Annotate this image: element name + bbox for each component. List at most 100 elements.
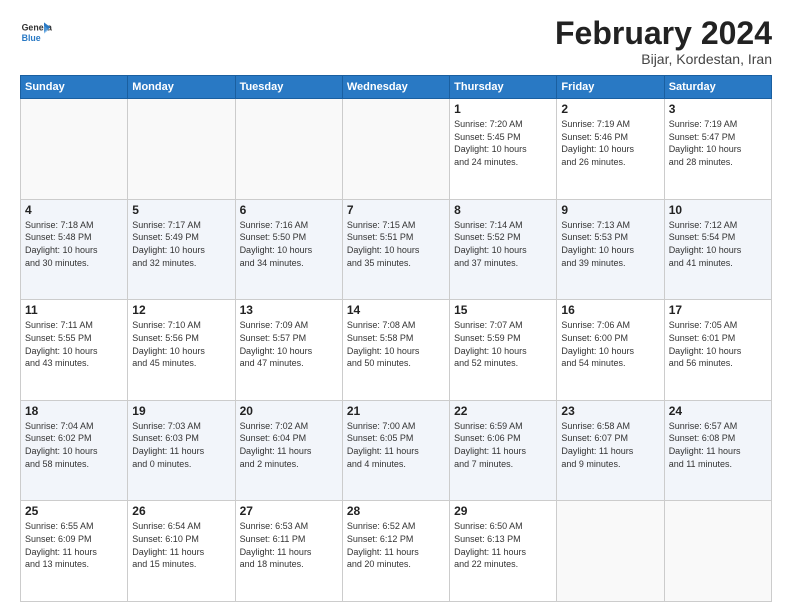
day-number: 20 xyxy=(240,404,338,418)
day-info: Sunrise: 7:03 AM Sunset: 6:03 PM Dayligh… xyxy=(132,420,230,470)
day-info: Sunrise: 6:53 AM Sunset: 6:11 PM Dayligh… xyxy=(240,520,338,570)
day-number: 28 xyxy=(347,504,445,518)
day-number: 11 xyxy=(25,303,123,317)
day-number: 18 xyxy=(25,404,123,418)
day-number: 3 xyxy=(669,102,767,116)
calendar-cell: 23Sunrise: 6:58 AM Sunset: 6:07 PM Dayli… xyxy=(557,400,664,501)
day-info: Sunrise: 6:57 AM Sunset: 6:08 PM Dayligh… xyxy=(669,420,767,470)
day-number: 15 xyxy=(454,303,552,317)
day-number: 17 xyxy=(669,303,767,317)
calendar-cell: 13 Sunrise: 7:09 AM Sunset: 5:57 PM Dayli… xyxy=(235,300,342,401)
calendar-cell: 19 Sunrise: 7:03 AM Sunset: 6:03 PM Dayli… xyxy=(128,400,235,501)
title-area: February 2024 Bijar, Kordestan, Iran xyxy=(555,16,772,67)
day-info: Sunrise: 7:13 AM Sunset: 5:53 PM Dayligh… xyxy=(561,219,659,269)
day-number: 27 xyxy=(240,504,338,518)
day-number: 24 xyxy=(669,404,767,418)
calendar-cell: 22 Sunrise: 6:59 AM Sunset: 6:06 PM Dayli… xyxy=(450,400,557,501)
calendar-cell: 17 Sunrise: 7:05 AM Sunset: 6:01 PM Dayli… xyxy=(664,300,771,401)
logo-icon: General Blue xyxy=(20,16,52,48)
day-number: 2 xyxy=(561,102,659,116)
col-wednesday: Wednesday xyxy=(342,76,449,99)
day-info: Sunrise: 7:08 AM Sunset: 5:58 PM Dayligh… xyxy=(347,319,445,369)
day-number: 7 xyxy=(347,203,445,217)
calendar-cell: 7 Sunrise: 7:15 AM Sunset: 5:51 PM Daylig… xyxy=(342,199,449,300)
day-info: Sunrise: 7:04 AM Sunset: 6:02 PM Dayligh… xyxy=(25,420,123,470)
day-number: 12 xyxy=(132,303,230,317)
calendar-cell: 5 Sunrise: 7:17 AM Sunset: 5:49 PM Daylig… xyxy=(128,199,235,300)
day-info: Sunrise: 7:20 AM Sunset: 5:45 PM Dayligh… xyxy=(454,118,552,168)
col-saturday: Saturday xyxy=(664,76,771,99)
calendar-cell: 12 Sunrise: 7:10 AM Sunset: 5:56 PM Dayli… xyxy=(128,300,235,401)
calendar-cell xyxy=(21,99,128,200)
calendar-cell: 14 Sunrise: 7:08 AM Sunset: 5:58 PM Dayli… xyxy=(342,300,449,401)
calendar-table: Sunday Monday Tuesday Wednesday Thursday… xyxy=(20,75,772,602)
col-tuesday: Tuesday xyxy=(235,76,342,99)
calendar-cell: 16 Sunrise: 7:06 AM Sunset: 6:00 PM Dayli… xyxy=(557,300,664,401)
calendar-cell: 2 Sunrise: 7:19 AM Sunset: 5:46 PM Daylig… xyxy=(557,99,664,200)
svg-text:Blue: Blue xyxy=(22,33,41,43)
calendar-cell: 3 Sunrise: 7:19 AM Sunset: 5:47 PM Daylig… xyxy=(664,99,771,200)
day-number: 14 xyxy=(347,303,445,317)
calendar-cell xyxy=(128,99,235,200)
calendar-cell: 18 Sunrise: 7:04 AM Sunset: 6:02 PM Dayli… xyxy=(21,400,128,501)
day-number: 29 xyxy=(454,504,552,518)
calendar-cell: 4 Sunrise: 7:18 AM Sunset: 5:48 PM Daylig… xyxy=(21,199,128,300)
calendar-cell xyxy=(235,99,342,200)
day-info: Sunrise: 6:55 AM Sunset: 6:09 PM Dayligh… xyxy=(25,520,123,570)
col-friday: Friday xyxy=(557,76,664,99)
day-info: Sunrise: 6:50 AM Sunset: 6:13 PM Dayligh… xyxy=(454,520,552,570)
day-number: 1 xyxy=(454,102,552,116)
day-number: 22 xyxy=(454,404,552,418)
col-sunday: Sunday xyxy=(21,76,128,99)
day-number: 5 xyxy=(132,203,230,217)
calendar-cell: 25 Sunrise: 6:55 AM Sunset: 6:09 PM Dayli… xyxy=(21,501,128,602)
col-thursday: Thursday xyxy=(450,76,557,99)
calendar-cell: 6 Sunrise: 7:16 AM Sunset: 5:50 PM Daylig… xyxy=(235,199,342,300)
day-number: 23 xyxy=(561,404,659,418)
header: General Blue February 2024 Bijar, Kordes… xyxy=(20,16,772,67)
page: General Blue February 2024 Bijar, Kordes… xyxy=(0,0,792,612)
day-number: 26 xyxy=(132,504,230,518)
calendar-cell: 11 Sunrise: 7:11 AM Sunset: 5:55 PM Dayli… xyxy=(21,300,128,401)
day-info: Sunrise: 7:10 AM Sunset: 5:56 PM Dayligh… xyxy=(132,319,230,369)
day-number: 19 xyxy=(132,404,230,418)
day-info: Sunrise: 7:09 AM Sunset: 5:57 PM Dayligh… xyxy=(240,319,338,369)
day-number: 9 xyxy=(561,203,659,217)
calendar-cell: 20 Sunrise: 7:02 AM Sunset: 6:04 PM Dayli… xyxy=(235,400,342,501)
day-info: Sunrise: 7:16 AM Sunset: 5:50 PM Dayligh… xyxy=(240,219,338,269)
day-info: Sunrise: 7:06 AM Sunset: 6:00 PM Dayligh… xyxy=(561,319,659,369)
day-info: Sunrise: 7:02 AM Sunset: 6:04 PM Dayligh… xyxy=(240,420,338,470)
day-info: Sunrise: 7:07 AM Sunset: 5:59 PM Dayligh… xyxy=(454,319,552,369)
day-number: 10 xyxy=(669,203,767,217)
calendar-header-row: Sunday Monday Tuesday Wednesday Thursday… xyxy=(21,76,772,99)
day-info: Sunrise: 6:59 AM Sunset: 6:06 PM Dayligh… xyxy=(454,420,552,470)
day-info: Sunrise: 7:12 AM Sunset: 5:54 PM Dayligh… xyxy=(669,219,767,269)
calendar-cell: 27 Sunrise: 6:53 AM Sunset: 6:11 PM Dayli… xyxy=(235,501,342,602)
calendar-cell: 10 Sunrise: 7:12 AM Sunset: 5:54 PM Dayli… xyxy=(664,199,771,300)
day-info: Sunrise: 7:17 AM Sunset: 5:49 PM Dayligh… xyxy=(132,219,230,269)
day-info: Sunrise: 7:15 AM Sunset: 5:51 PM Dayligh… xyxy=(347,219,445,269)
day-info: Sunrise: 7:18 AM Sunset: 5:48 PM Dayligh… xyxy=(25,219,123,269)
day-number: 13 xyxy=(240,303,338,317)
day-number: 16 xyxy=(561,303,659,317)
day-info: Sunrise: 6:54 AM Sunset: 6:10 PM Dayligh… xyxy=(132,520,230,570)
day-number: 21 xyxy=(347,404,445,418)
calendar-cell: 26 Sunrise: 6:54 AM Sunset: 6:10 PM Dayli… xyxy=(128,501,235,602)
day-number: 6 xyxy=(240,203,338,217)
calendar-cell: 9 Sunrise: 7:13 AM Sunset: 5:53 PM Daylig… xyxy=(557,199,664,300)
day-number: 25 xyxy=(25,504,123,518)
calendar-cell xyxy=(664,501,771,602)
day-info: Sunrise: 7:05 AM Sunset: 6:01 PM Dayligh… xyxy=(669,319,767,369)
day-number: 8 xyxy=(454,203,552,217)
calendar-cell: 29 Sunrise: 6:50 AM Sunset: 6:13 PM Dayli… xyxy=(450,501,557,602)
day-info: Sunrise: 7:14 AM Sunset: 5:52 PM Dayligh… xyxy=(454,219,552,269)
day-info: Sunrise: 7:00 AM Sunset: 6:05 PM Dayligh… xyxy=(347,420,445,470)
day-info: Sunrise: 7:19 AM Sunset: 5:46 PM Dayligh… xyxy=(561,118,659,168)
calendar-cell: 28Sunrise: 6:52 AM Sunset: 6:12 PM Dayli… xyxy=(342,501,449,602)
day-info: Sunrise: 7:11 AM Sunset: 5:55 PM Dayligh… xyxy=(25,319,123,369)
calendar-cell: 24 Sunrise: 6:57 AM Sunset: 6:08 PM Dayli… xyxy=(664,400,771,501)
day-number: 4 xyxy=(25,203,123,217)
month-title: February 2024 xyxy=(555,16,772,51)
day-info: Sunrise: 7:19 AM Sunset: 5:47 PM Dayligh… xyxy=(669,118,767,168)
col-monday: Monday xyxy=(128,76,235,99)
